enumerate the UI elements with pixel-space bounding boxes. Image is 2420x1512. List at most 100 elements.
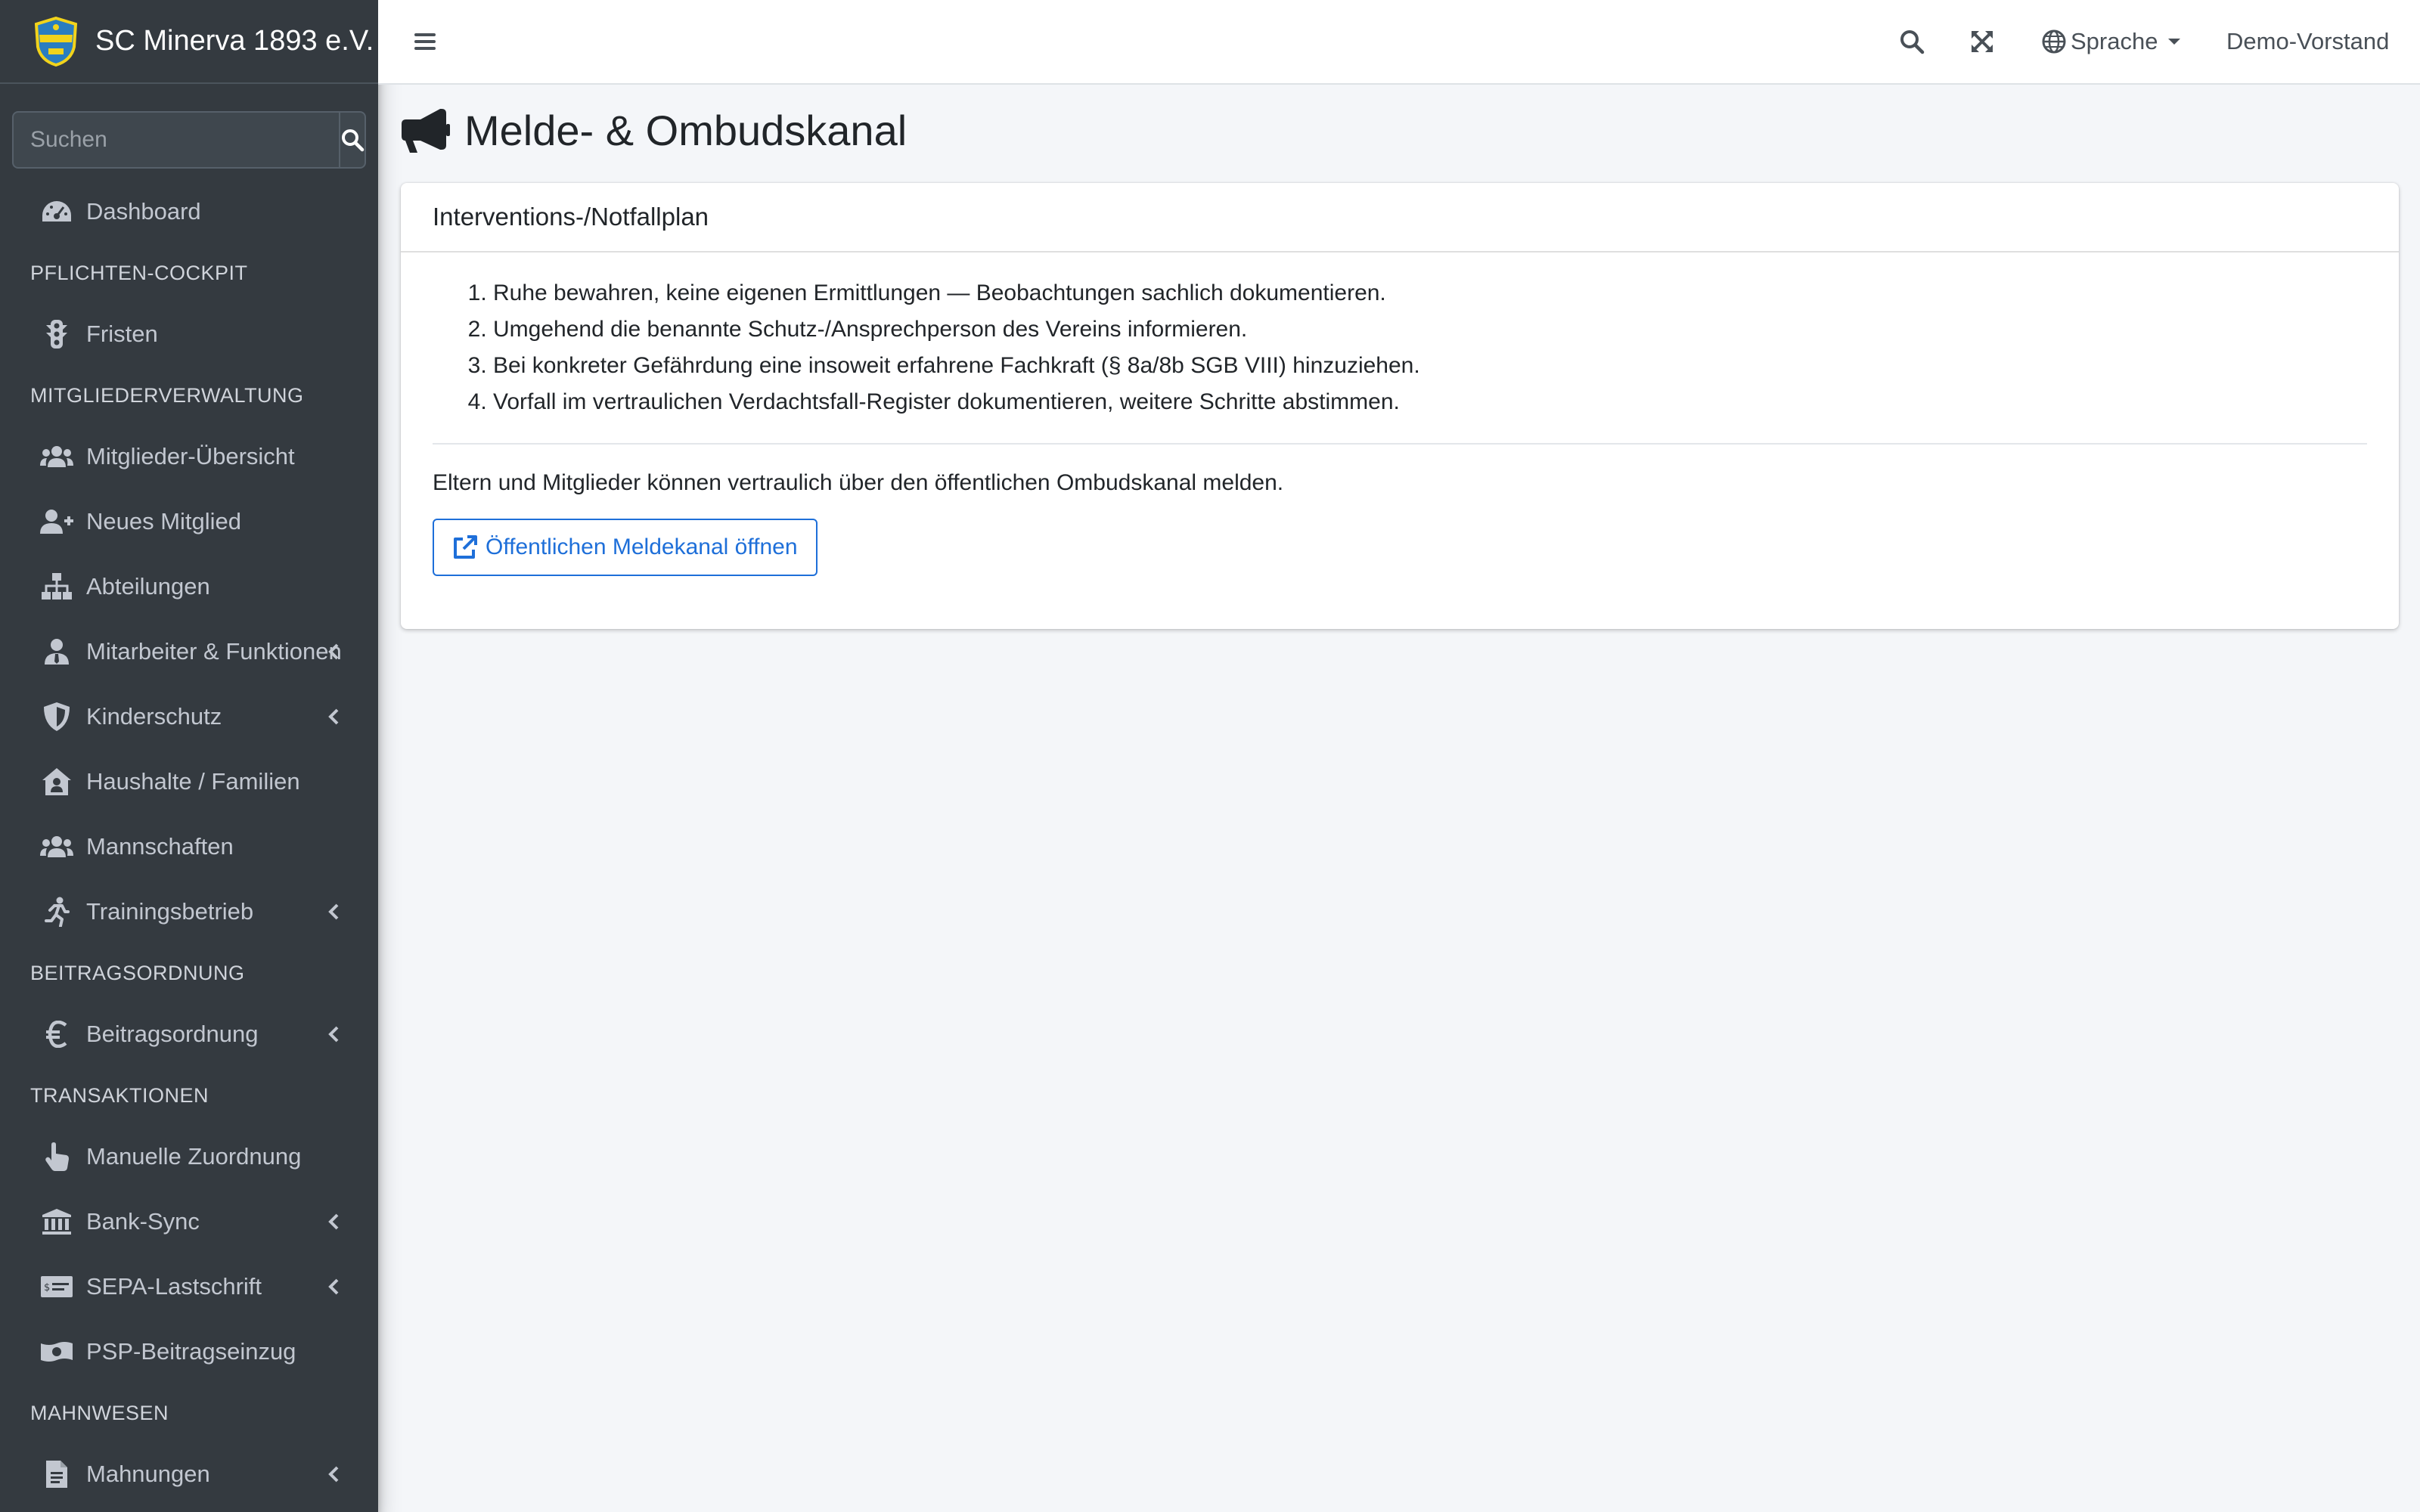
bank-icon — [42, 1209, 71, 1235]
sidebar-item-label: Fristen — [86, 321, 158, 347]
money-check-icon: $ — [41, 1276, 73, 1297]
card-header: Interventions-/Notfallplan — [401, 183, 2399, 253]
sidebar-item-kinderschutz[interactable]: Kinderschutz — [0, 684, 378, 749]
sidebar-item-label: Mitglieder-Übersicht — [86, 443, 295, 469]
sidebar-item-label: Mahnungen — [86, 1461, 210, 1487]
sidebar-item-mannschaften[interactable]: Mannschaften — [0, 814, 378, 879]
plan-step: Umgehend die benannte Schutz-/Ansprechpe… — [493, 311, 2367, 348]
sidebar-item-label: Mannschaften — [86, 833, 234, 860]
sidebar-item-label: Mitarbeiter & Funktionen — [86, 638, 342, 665]
chevron-left-icon — [328, 1278, 339, 1295]
ombuds-description: Eltern und Mitglieder können vertraulich… — [433, 470, 1284, 495]
open-public-channel-button[interactable]: Öffentlichen Meldekanal öffnen — [433, 519, 818, 576]
sidebar-item-label: Haushalte / Familien — [86, 768, 300, 795]
running-icon — [45, 897, 70, 927]
hamburger-menu-icon — [414, 33, 436, 50]
divider — [433, 443, 2367, 445]
chevron-left-icon — [328, 708, 339, 725]
sidebar-item-neues-mitglied[interactable]: Neues Mitglied — [0, 489, 378, 554]
top-navbar: Sprache Demo-Vorstand — [378, 0, 2420, 85]
sidebar-item-beitragsordnung[interactable]: Beitragsordnung — [0, 1002, 378, 1067]
sidebar-search-button[interactable] — [339, 111, 366, 169]
notfallplan-card: Interventions-/Notfallplan Ruhe bewahren… — [401, 183, 2399, 629]
sidebar-header-mahnwesen: MAHNWESEN — [30, 1401, 169, 1424]
user-plus-icon — [40, 510, 73, 534]
sidebar-toggle-button[interactable] — [411, 0, 439, 83]
chevron-left-icon — [328, 903, 339, 920]
search-icon — [1900, 30, 1925, 54]
sidebar-item-label: Beitragsordnung — [86, 1021, 259, 1047]
sidebar-header-beitragsordnung: BEITRAGSORDNUNG — [30, 961, 245, 984]
sidebar: SC Minerva 1893 e.V. Dashboard PFLICHTEN… — [0, 0, 378, 1512]
sidebar-item-dashboard[interactable]: Dashboard — [0, 179, 378, 244]
page-title-text: Melde- & Ombudskanal — [464, 107, 908, 154]
fullscreen-button[interactable] — [1969, 0, 1995, 83]
card-title: Interventions-/Notfallplan — [433, 203, 709, 231]
sidebar-item-label: PSP-Beitragseinzug — [86, 1338, 296, 1365]
open-public-channel-label: Öffentlichen Meldekanal öffnen — [486, 534, 798, 559]
sidebar-nav: Dashboard PFLICHTEN-COCKPIT Fristen MITG… — [0, 179, 378, 1507]
club-logo — [34, 16, 78, 67]
shield-icon — [44, 702, 70, 731]
team-icon — [40, 836, 73, 857]
euro-icon — [46, 1021, 67, 1048]
chevron-left-icon — [328, 1466, 339, 1483]
user-menu[interactable]: Demo-Vorstand — [2226, 0, 2389, 83]
sidebar-header-mitglieder: MITGLIEDERVERWALTUNG — [30, 383, 304, 407]
expand-arrows-icon — [1972, 31, 1993, 52]
sidebar-item-mitarbeiter[interactable]: Mitarbeiter & Funktionen — [0, 619, 378, 684]
card-body: Ruhe bewahren, keine eigenen Ermittlunge… — [401, 253, 2399, 599]
bullhorn-icon — [402, 108, 450, 153]
sidebar-item-label: Neues Mitglied — [86, 508, 242, 534]
sidebar-item-fristen[interactable]: Fristen — [0, 302, 378, 367]
plan-step: Bei konkreter Gefährdung eine insoweit e… — [493, 348, 2367, 384]
sidebar-item-manuelle-zuordnung[interactable]: Manuelle Zuordnung — [0, 1124, 378, 1189]
chevron-left-icon — [328, 1213, 339, 1230]
chevron-left-icon — [328, 643, 339, 660]
language-label: Sprache — [2071, 28, 2158, 54]
sidebar-item-label: Kinderschutz — [86, 703, 222, 730]
sidebar-item-label: Manuelle Zuordnung — [86, 1143, 302, 1170]
sidebar-item-label: Trainingsbetrieb — [86, 898, 254, 925]
sidebar-header-pflichten: PFLICHTEN-COCKPIT — [30, 261, 248, 284]
external-link-icon — [454, 535, 477, 559]
sidebar-item-mahnungen[interactable]: Mahnungen — [0, 1442, 378, 1507]
sidebar-item-mitglieder-uebersicht[interactable]: Mitglieder-Übersicht — [0, 424, 378, 489]
page-title: Melde- & Ombudskanal — [401, 106, 907, 155]
chevron-left-icon — [328, 1026, 339, 1043]
sidebar-item-label: Bank-Sync — [86, 1208, 200, 1235]
svg-text:$: $ — [44, 1282, 50, 1294]
plan-steps-list: Ruhe bewahren, keine eigenen Ermittlunge… — [433, 275, 2367, 420]
sitemap-icon — [42, 573, 72, 600]
plan-step: Ruhe bewahren, keine eigenen Ermittlunge… — [493, 275, 2367, 311]
tachometer-icon — [42, 201, 71, 222]
brand-link[interactable]: SC Minerva 1893 e.V. — [0, 0, 378, 84]
caret-down-icon — [2168, 39, 2181, 45]
sidebar-item-haushalte[interactable]: Haushalte / Familien — [0, 749, 378, 814]
user-tie-icon — [45, 639, 69, 665]
sidebar-item-label: Abteilungen — [86, 573, 210, 600]
user-name: Demo-Vorstand — [2226, 28, 2390, 54]
money-bill-icon — [41, 1342, 73, 1362]
navbar-search-button[interactable] — [1898, 0, 1925, 83]
search-icon — [342, 129, 365, 152]
hand-pointer-icon — [45, 1142, 69, 1171]
sidebar-item-abteilungen[interactable]: Abteilungen — [0, 554, 378, 619]
sidebar-item-sepa-lastschrift[interactable]: $ SEPA-Lastschrift — [0, 1254, 378, 1319]
sidebar-search-input[interactable] — [12, 111, 339, 169]
plan-step: Vorfall im vertraulichen Verdachtsfall-R… — [493, 384, 2367, 420]
users-icon — [40, 446, 73, 467]
sidebar-search — [12, 111, 366, 169]
sidebar-item-label: Dashboard — [86, 198, 201, 225]
file-alt-icon — [46, 1461, 67, 1488]
sidebar-item-trainingsbetrieb[interactable]: Trainingsbetrieb — [0, 879, 378, 944]
brand-name: SC Minerva 1893 e.V. — [95, 25, 374, 57]
traffic-light-icon — [46, 320, 67, 349]
sidebar-item-psp-beitragseinzug[interactable]: PSP-Beitragseinzug — [0, 1319, 378, 1384]
sidebar-item-bank-sync[interactable]: Bank-Sync — [0, 1189, 378, 1254]
globe-icon — [2042, 29, 2066, 54]
sidebar-header-transaktionen: TRANSAKTIONEN — [30, 1083, 209, 1107]
house-user-icon — [42, 768, 71, 795]
sidebar-item-label: SEPA-Lastschrift — [86, 1273, 262, 1300]
language-dropdown[interactable]: Sprache — [2042, 0, 2182, 83]
